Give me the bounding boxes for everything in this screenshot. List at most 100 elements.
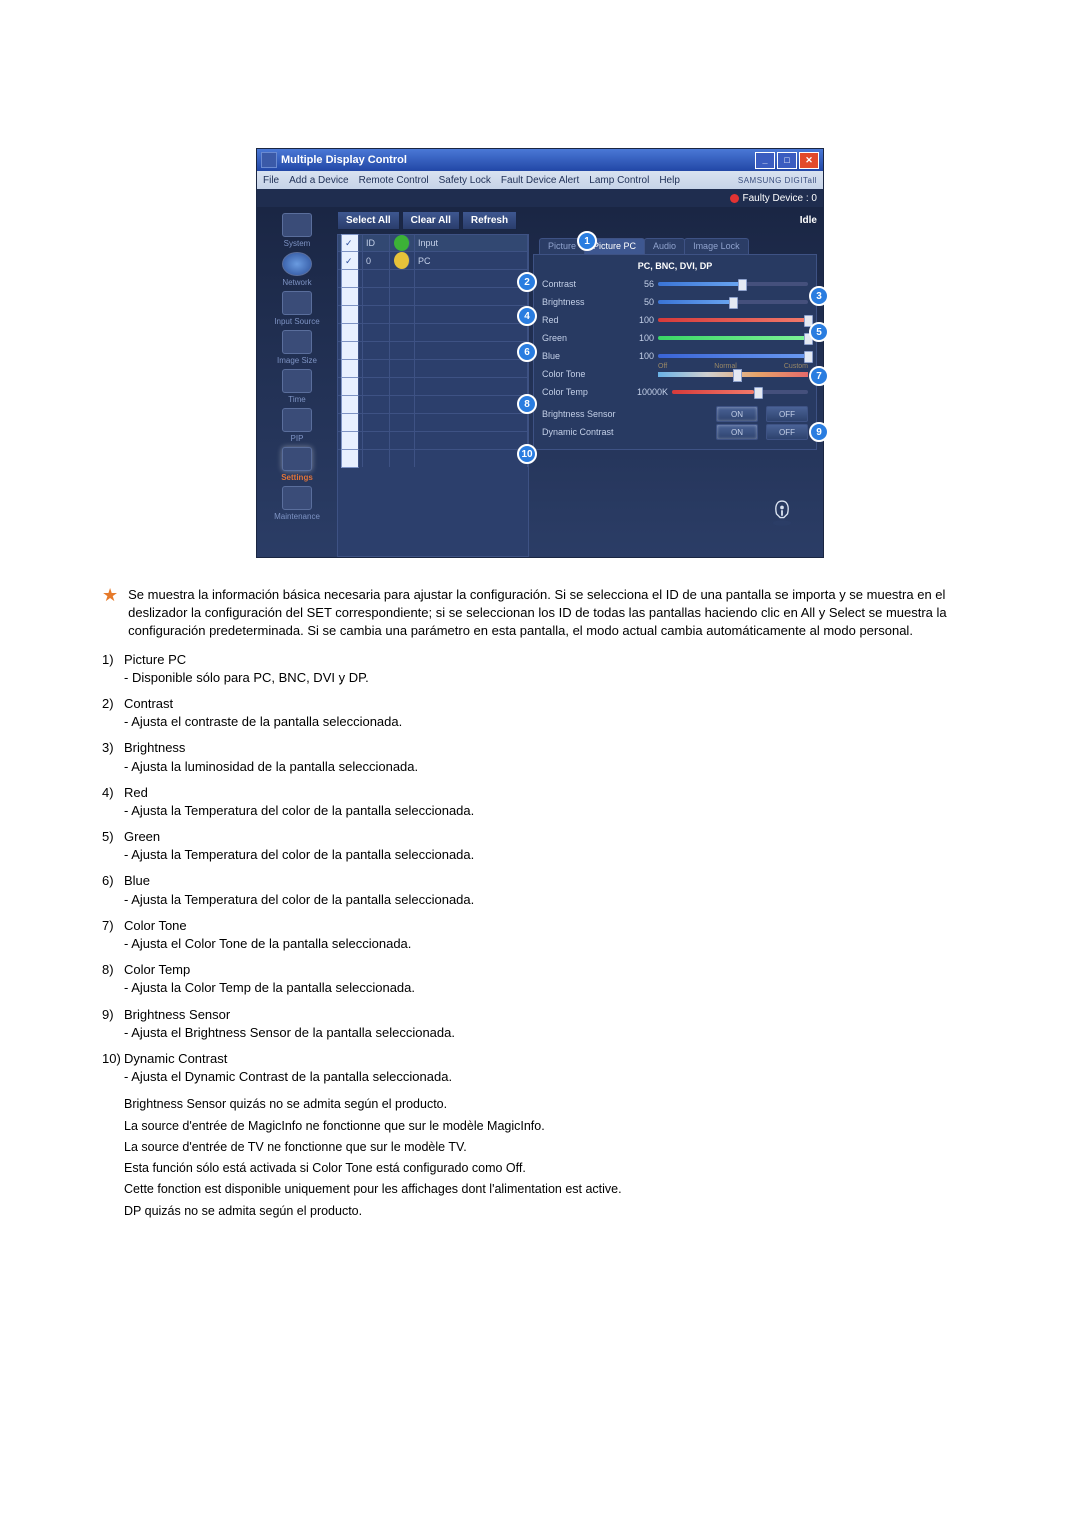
system-icon[interactable]: [282, 213, 312, 237]
callout-5: 5: [809, 322, 829, 342]
menu-fault[interactable]: Fault Device Alert: [501, 175, 579, 186]
image-size-icon[interactable]: [282, 330, 312, 354]
select-all-checkbox[interactable]: [341, 234, 359, 252]
sidebar-item-pip[interactable]: PIP: [291, 434, 304, 443]
doc-item: 6)Blue- Ajusta la Temperatura del color …: [102, 872, 978, 908]
row-id: 0: [363, 252, 390, 269]
table-row[interactable]: 0 PC: [338, 251, 528, 269]
sidebar-item-network[interactable]: Network: [282, 278, 311, 287]
note-line: La source d'entrée de MagicInfo ne fonct…: [124, 1116, 978, 1137]
row-checkbox[interactable]: [341, 431, 359, 450]
tab-image-lock[interactable]: Image Lock: [684, 238, 749, 254]
table-row[interactable]: [338, 269, 528, 287]
minimize-button[interactable]: _: [755, 152, 775, 169]
sidebar-item-maintenance[interactable]: Maintenance: [274, 512, 320, 521]
menu-remote[interactable]: Remote Control: [359, 175, 429, 186]
color-temp-row: Color Temp 10000K: [542, 383, 808, 401]
time-icon[interactable]: [282, 369, 312, 393]
row-input: PC: [415, 252, 528, 269]
sidebar-item-settings[interactable]: Settings: [281, 473, 313, 482]
row-input: [415, 378, 528, 395]
table-row[interactable]: [338, 413, 528, 431]
row-checkbox[interactable]: [341, 449, 359, 468]
row-input: [415, 432, 528, 449]
settings-icon[interactable]: [282, 447, 312, 471]
brightness-sensor-off[interactable]: OFF: [766, 406, 808, 422]
tab-audio[interactable]: Audio: [644, 238, 685, 254]
row-checkbox[interactable]: [341, 251, 359, 270]
table-row[interactable]: [338, 341, 528, 359]
row-checkbox[interactable]: [341, 413, 359, 432]
callout-6: 6: [517, 342, 537, 362]
row-id: [363, 378, 390, 395]
doc-item: 1)Picture PC- Disponible sólo para PC, B…: [102, 651, 978, 687]
sidebar-item-image-size[interactable]: Image Size: [277, 356, 317, 365]
menu-safety[interactable]: Safety Lock: [439, 175, 491, 186]
menu-lamp[interactable]: Lamp Control: [589, 175, 649, 186]
color-tone-slider[interactable]: OffNormalCustom: [658, 372, 808, 377]
row-id: [363, 450, 390, 467]
status-dot-icon: [394, 252, 410, 269]
row-checkbox[interactable]: [341, 377, 359, 396]
maintenance-icon[interactable]: [282, 486, 312, 510]
doc-item: 9)Brightness Sensor- Ajusta el Brightnes…: [102, 1006, 978, 1042]
dynamic-contrast-off[interactable]: OFF: [766, 424, 808, 440]
col-id: ID: [363, 235, 390, 251]
panel-title: PC, BNC, DVI, DP: [542, 261, 808, 271]
row-input: [415, 324, 528, 341]
doc-item: 8)Color Temp- Ajusta la Color Temp de la…: [102, 961, 978, 997]
table-row[interactable]: [338, 395, 528, 413]
row-checkbox[interactable]: [341, 287, 359, 306]
brightness-sensor-on[interactable]: ON: [716, 406, 758, 422]
row-checkbox[interactable]: [341, 341, 359, 360]
color-temp-slider[interactable]: [672, 390, 808, 394]
dynamic-contrast-on[interactable]: ON: [716, 424, 758, 440]
sidebar-item-system[interactable]: System: [284, 239, 311, 248]
maximize-button[interactable]: □: [777, 152, 797, 169]
table-row[interactable]: [338, 431, 528, 449]
contrast-slider[interactable]: [658, 282, 808, 286]
table-row[interactable]: [338, 305, 528, 323]
row-checkbox[interactable]: [341, 323, 359, 342]
status-idle: Idle: [800, 215, 817, 226]
clear-all-button[interactable]: Clear All: [402, 211, 460, 230]
row-id: [363, 342, 390, 359]
blue-slider[interactable]: [658, 354, 808, 358]
brightness-sensor-label: Brightness Sensor: [542, 409, 654, 419]
note-line: DP quizás no se admita según el producto…: [124, 1201, 978, 1222]
red-slider[interactable]: [658, 318, 808, 322]
blue-value: 100: [628, 351, 654, 361]
menu-add-device[interactable]: Add a Device: [289, 175, 348, 186]
row-id: [363, 270, 390, 287]
sidebar-item-input-source[interactable]: Input Source: [274, 317, 319, 326]
callout-1: 1: [577, 231, 597, 251]
brightness-slider[interactable]: [658, 300, 808, 304]
close-button[interactable]: ✕: [799, 152, 819, 169]
input-source-icon[interactable]: [282, 291, 312, 315]
row-checkbox[interactable]: [341, 395, 359, 414]
table-row[interactable]: [338, 287, 528, 305]
sidebar-item-time[interactable]: Time: [288, 395, 305, 404]
menu-help[interactable]: Help: [659, 175, 680, 186]
brightness-value: 50: [628, 297, 654, 307]
select-all-button[interactable]: Select All: [337, 211, 400, 230]
refresh-button[interactable]: Refresh: [462, 211, 517, 230]
network-icon[interactable]: [282, 252, 312, 276]
menu-file[interactable]: File: [263, 175, 279, 186]
row-id: [363, 324, 390, 341]
table-row[interactable]: [338, 323, 528, 341]
row-checkbox[interactable]: [341, 269, 359, 288]
doc-item: 4)Red- Ajusta la Temperatura del color d…: [102, 784, 978, 820]
fault-indicator-icon: [730, 194, 739, 203]
row-checkbox[interactable]: [341, 359, 359, 378]
table-row[interactable]: [338, 359, 528, 377]
contrast-value: 56: [628, 279, 654, 289]
pip-icon[interactable]: [282, 408, 312, 432]
table-row[interactable]: [338, 377, 528, 395]
row-checkbox[interactable]: [341, 305, 359, 324]
note-line: Brightness Sensor quizás no se admita se…: [124, 1094, 978, 1115]
table-row[interactable]: [338, 449, 528, 467]
red-row: Red100: [542, 311, 808, 329]
green-slider[interactable]: [658, 336, 808, 340]
callout-8: 8: [517, 394, 537, 414]
